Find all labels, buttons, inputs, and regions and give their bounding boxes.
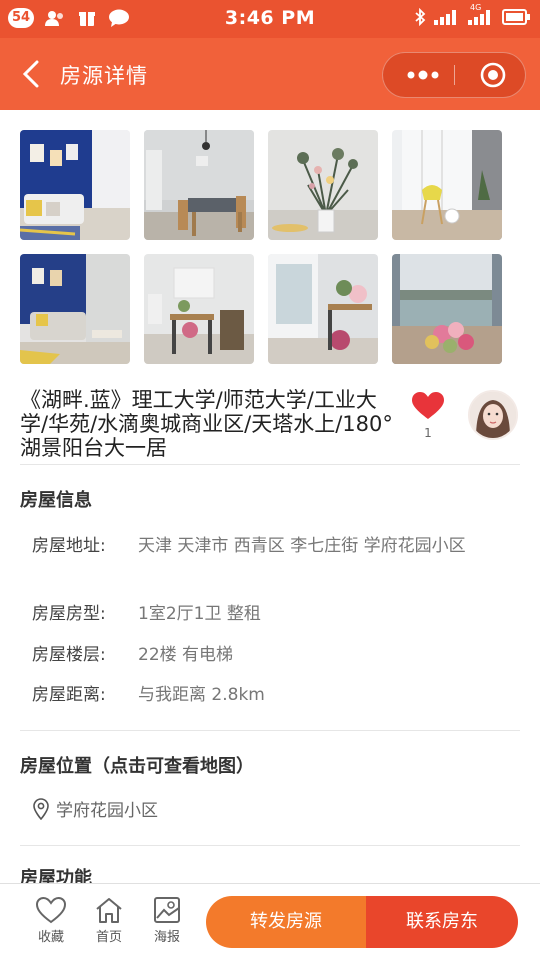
favorite-toggle[interactable]: 1 xyxy=(410,392,446,440)
contact-landlord-button[interactable]: 联系房东 xyxy=(366,896,518,948)
section-divider xyxy=(20,845,520,846)
photo-window-flowers[interactable] xyxy=(268,254,378,364)
home-tab-button[interactable]: 首页 xyxy=(86,894,132,945)
info-row-value: 1室2厅1卫 整租 xyxy=(138,604,261,624)
poster-image-icon xyxy=(154,897,180,923)
favorite-count: 1 xyxy=(424,426,432,440)
photo-dining-area[interactable] xyxy=(144,130,254,240)
location-place: 学府花园小区 xyxy=(56,801,158,821)
landlord-avatar[interactable] xyxy=(468,390,518,440)
poster-tab-button[interactable]: 海报 xyxy=(144,894,190,945)
status-bar: 54 3:46 PM 4G xyxy=(0,0,540,38)
signal-icon xyxy=(434,9,460,29)
miniprogram-capsule xyxy=(382,52,526,98)
home-icon xyxy=(96,898,122,923)
section-divider xyxy=(20,730,520,731)
capsule-divider xyxy=(454,65,455,85)
share-listing-button[interactable]: 转发房源 xyxy=(206,896,366,948)
photo-living-room-blue-wall[interactable] xyxy=(20,130,130,240)
heart-icon xyxy=(412,392,444,419)
photo-living-room-sofa[interactable] xyxy=(20,254,130,364)
poster-tab-label: 海报 xyxy=(153,930,180,945)
page-title: 房源详情 xyxy=(60,64,148,88)
location-link[interactable]: 学府花园小区 xyxy=(32,796,158,821)
section-divider xyxy=(20,464,520,465)
location-heading[interactable]: 房屋位置（点击可查看地图） xyxy=(20,752,254,778)
more-button[interactable] xyxy=(401,53,445,97)
favorite-tab-button[interactable]: 收藏 xyxy=(28,894,74,945)
listing-title: 《湖畔.蓝》理工大学/师范大学/工业大学/华苑/水滴奥城商业区/天塔水上/180… xyxy=(20,388,393,460)
back-button[interactable] xyxy=(16,58,46,90)
info-row-value: 22楼 有电梯 xyxy=(138,645,234,665)
home-tab-label: 首页 xyxy=(95,930,122,945)
map-pin-icon xyxy=(33,797,49,820)
more-dots-icon xyxy=(407,70,439,80)
info-row-label: 房屋楼层: xyxy=(32,645,106,665)
info-row-value: 与我距离 2.8km xyxy=(138,685,265,705)
battery-icon xyxy=(502,9,530,29)
photo-dining-table-flowers[interactable] xyxy=(144,254,254,364)
navigation-bar: 房源详情 xyxy=(0,38,540,110)
favorite-tab-label: 收藏 xyxy=(37,930,64,945)
house-info-heading: 房屋信息 xyxy=(20,490,92,511)
info-row-value: 天津 天津市 西青区 李七庄街 学府花园小区 xyxy=(138,536,466,556)
chevron-left-icon xyxy=(22,60,39,88)
target-close-icon xyxy=(480,62,506,88)
heart-outline-icon xyxy=(35,896,67,924)
info-row-label: 房屋距离: xyxy=(32,685,106,705)
bluetooth-icon xyxy=(414,7,426,30)
network-type-label: 4G xyxy=(470,3,482,12)
photo-flower-vase[interactable] xyxy=(268,130,378,240)
photo-balcony-chair[interactable] xyxy=(392,130,502,240)
close-miniprogram-button[interactable] xyxy=(471,53,515,97)
info-row-label: 房屋房型: xyxy=(32,604,106,624)
signal-4g-icon: 4G xyxy=(468,3,494,29)
info-row-label: 房屋地址: xyxy=(32,536,106,556)
bottom-action-bar: 收藏 首页 海报 转发房源 联系房东 xyxy=(0,883,540,960)
photo-lake-view-flowers[interactable] xyxy=(392,254,502,364)
